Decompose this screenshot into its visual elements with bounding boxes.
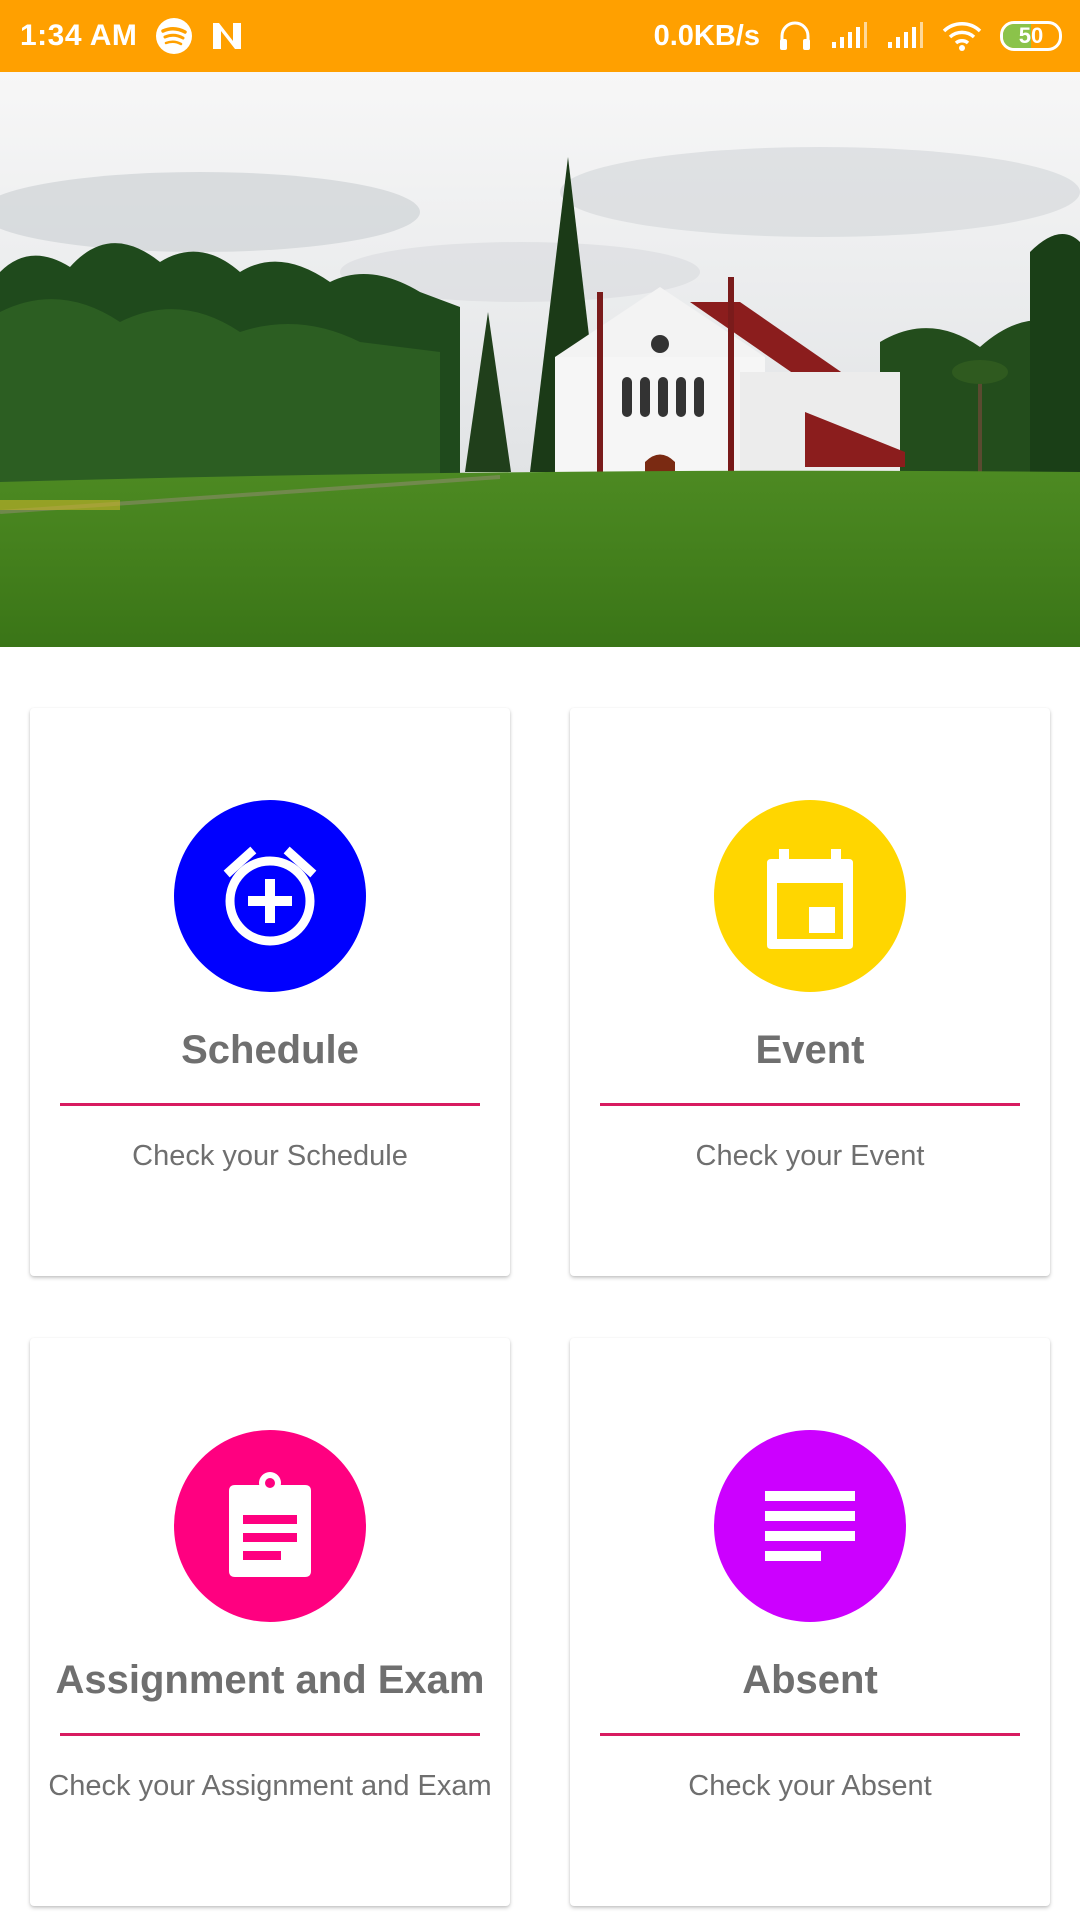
network-speed: 0.0KB/s	[653, 19, 760, 52]
card-divider	[600, 1733, 1020, 1736]
calendar-icon	[714, 800, 906, 992]
alarm-add-icon	[174, 800, 366, 992]
absent-card[interactable]: Absent Check your Absent	[570, 1338, 1050, 1906]
status-time: 1:34 AM	[20, 19, 138, 52]
card-divider	[60, 1733, 480, 1736]
notes-icon	[714, 1430, 906, 1622]
assignment-exam-card[interactable]: Assignment and Exam Check your Assignmen…	[30, 1338, 510, 1906]
wifi-icon	[942, 21, 982, 51]
schedule-card[interactable]: Schedule Check your Schedule	[30, 708, 510, 1276]
battery-icon: 50	[1000, 21, 1062, 51]
signal-icon	[830, 22, 868, 50]
battery-level: 50	[1018, 23, 1044, 48]
card-divider	[600, 1103, 1020, 1106]
event-card[interactable]: Event Check your Event	[570, 708, 1050, 1276]
status-right: 0.0KB/s 50	[654, 20, 1062, 53]
card-title: Event	[755, 1028, 865, 1072]
card-divider	[60, 1103, 480, 1106]
clipboard-icon	[174, 1430, 366, 1622]
headphones-icon	[778, 20, 812, 52]
spotify-icon	[155, 17, 193, 55]
n-app-icon	[211, 21, 245, 51]
card-description: Check your Assignment and Exam	[48, 1770, 492, 1802]
status-bar: 1:34 AM 0.0KB/s 50	[0, 0, 1080, 72]
hero-image	[0, 72, 1080, 647]
card-title: Absent	[742, 1658, 878, 1702]
card-description: Check your Absent	[688, 1770, 932, 1802]
card-description: Check your Event	[695, 1140, 925, 1172]
card-description: Check your Schedule	[132, 1140, 408, 1172]
card-title: Schedule	[181, 1028, 359, 1072]
signal-icon	[886, 22, 924, 50]
card-title: Assignment and Exam	[55, 1658, 485, 1702]
status-left: 1:34 AM	[20, 17, 245, 55]
